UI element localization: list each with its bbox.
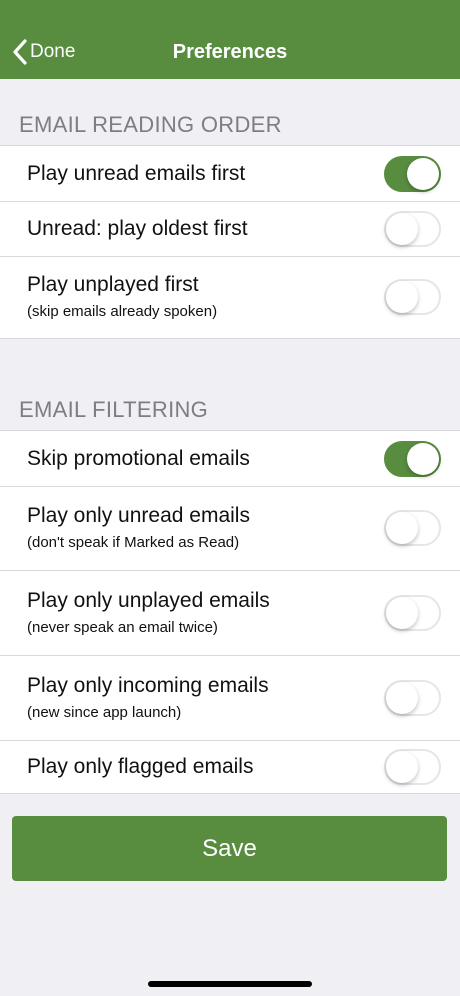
toggle-play-unplayed-first[interactable]: [384, 279, 441, 315]
setting-row-play-unread-first: Play unread emails first: [0, 146, 460, 201]
toggle-play-unread-first[interactable]: [384, 155, 441, 192]
setting-row-only-incoming: Play only incoming emails (new since app…: [0, 655, 460, 740]
toggle-knob: [407, 157, 439, 190]
setting-row-only-unread: Play only unread emails (don't speak if …: [0, 486, 460, 570]
section-header-reading-order: EMAIL READING ORDER: [19, 112, 282, 137]
setting-sublabel: (new since app launch): [27, 703, 182, 721]
setting-row-only-unplayed: Play only unplayed emails (never speak a…: [0, 570, 460, 655]
group-filtering: Skip promotional emails Play only unread…: [0, 430, 460, 794]
home-indicator: [148, 981, 312, 987]
toggle-knob: [386, 596, 418, 629]
toggle-skip-promotional[interactable]: [384, 440, 441, 477]
toggle-knob: [386, 681, 418, 714]
setting-label: Unread: play oldest first: [27, 216, 248, 240]
save-button[interactable]: Save: [12, 816, 447, 881]
toggle-unread-oldest-first[interactable]: [384, 210, 441, 247]
setting-label: Play unplayed first: [27, 273, 199, 296]
toggle-only-unplayed[interactable]: [384, 594, 441, 631]
toggle-only-incoming[interactable]: [384, 679, 441, 716]
setting-sublabel: (don't speak if Marked as Read): [27, 534, 240, 551]
setting-label: Play only unread emails: [27, 504, 250, 527]
toggle-only-unread[interactable]: [384, 510, 441, 546]
toggle-knob: [386, 750, 418, 783]
setting-sublabel: (never speak an email twice): [27, 618, 218, 636]
navigation-bar: Done Preferences: [0, 0, 460, 79]
setting-row-skip-promotional: Skip promotional emails: [0, 431, 460, 486]
setting-label: Skip promotional emails: [27, 446, 250, 470]
section-header-filtering: EMAIL FILTERING: [19, 397, 209, 422]
setting-label: Play unread emails first: [27, 161, 246, 185]
toggle-only-flagged[interactable]: [384, 748, 441, 785]
toggle-knob: [386, 212, 418, 245]
toggle-knob: [386, 281, 418, 313]
setting-label: Play only unplayed emails: [27, 588, 270, 612]
setting-row-only-flagged: Play only flagged emails: [0, 740, 460, 793]
toggle-knob: [407, 442, 439, 475]
setting-label: Play only flagged emails: [27, 754, 254, 778]
page-title: Preferences: [172, 41, 288, 63]
setting-label: Play only incoming emails: [27, 673, 269, 697]
setting-row-unread-oldest-first: Unread: play oldest first: [0, 201, 460, 256]
setting-sublabel: (skip emails already spoken): [27, 303, 218, 320]
toggle-knob: [386, 512, 418, 544]
group-reading-order: Play unread emails first Unread: play ol…: [0, 145, 460, 339]
setting-row-play-unplayed-first: Play unplayed first (skip emails already…: [0, 256, 460, 338]
